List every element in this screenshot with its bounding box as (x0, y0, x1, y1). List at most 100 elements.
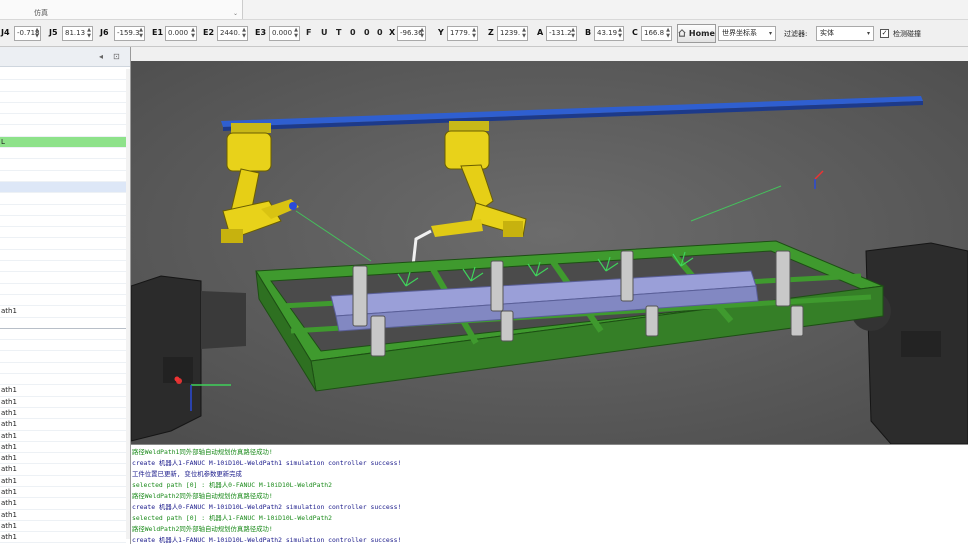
cart-c-input[interactable]: 166.8 ▲ ▼ (641, 26, 672, 41)
config-flag[interactable]: 0 (364, 28, 370, 37)
spin-arrows-icon[interactable]: ▲ ▼ (35, 27, 39, 39)
filter-select[interactable]: 实体 ▾ (816, 26, 874, 41)
spin-arrows-icon[interactable]: ▲ ▼ (420, 27, 424, 39)
tree-row[interactable] (0, 114, 126, 126)
collision-checkbox[interactable]: ✓ (880, 29, 889, 38)
tree-row[interactable]: ath1 (0, 408, 126, 420)
tab-simulation[interactable]: 仿真 ⌄ (0, 0, 243, 19)
tree-row[interactable]: ath1 (0, 453, 126, 465)
config-flag[interactable]: F (306, 28, 311, 37)
tree-row[interactable]: ath1 (0, 487, 126, 499)
tree-list: Lath1 ath1 ath1 ath1 ath1 ath1 ath1 ath1 ath1 ath… (0, 69, 126, 544)
axis-j4-input[interactable]: -0.718 ▲ ▼ (14, 26, 41, 41)
config-flag[interactable]: T (336, 28, 341, 37)
tree-row[interactable]: ath1 (0, 431, 126, 442)
spin-arrows-icon[interactable]: ▲ ▼ (571, 27, 575, 39)
config-flag[interactable]: 0 (377, 28, 383, 37)
tree-row[interactable] (0, 181, 126, 194)
tree-row[interactable] (0, 295, 126, 307)
cart-c-value: 166.8 (644, 29, 665, 37)
pin-icon[interactable]: ⊡ (113, 52, 120, 61)
tree-row[interactable]: ath1 (0, 476, 126, 487)
spin-arrows-icon[interactable]: ▲ ▼ (242, 27, 246, 39)
tree-row[interactable] (0, 216, 126, 228)
tree-row[interactable] (0, 69, 126, 81)
tree-row[interactable] (0, 205, 126, 216)
cart-label-x: X (389, 28, 396, 37)
axis-e1-input[interactable]: 0.000 ▲ ▼ (165, 26, 197, 41)
config-flag[interactable]: U (321, 28, 328, 37)
tree-panel-header: ◂ ⊡ (0, 47, 130, 67)
3d-viewport[interactable] (131, 61, 968, 444)
tree-row[interactable] (0, 363, 126, 375)
spin-arrows-icon[interactable]: ▲ ▼ (522, 27, 526, 39)
tree-row[interactable]: ath1 (0, 521, 126, 533)
spin-arrows-icon[interactable]: ▲ ▼ (139, 27, 143, 39)
tree-row[interactable] (0, 193, 126, 205)
tree-row[interactable]: L (0, 136, 126, 149)
cart-z-input[interactable]: 1239. ▲ ▼ (497, 26, 528, 41)
console-line: selected path [0] : 机器人0-FANUC M-10iD10L… (132, 481, 333, 489)
axis-j5-input[interactable]: 81.13 ▲ ▼ (62, 26, 93, 41)
tree-row[interactable]: ath1 (0, 442, 126, 454)
axis-e1-value: 0.000 (168, 29, 189, 37)
output-console[interactable]: 路径WeldPath1同外部轴自动规划仿真路径成功! create 机器人1-FA… (131, 444, 968, 544)
tree-row[interactable]: ath1 (0, 532, 126, 544)
cart-y-input[interactable]: 1779. ▲ ▼ (447, 26, 478, 41)
console-line: create 机器人0-FANUC M-10iD10L-WeldPath2 si… (132, 503, 402, 511)
spin-arrows-icon[interactable]: ▲ ▼ (666, 27, 670, 39)
back-icon[interactable]: ◂ (99, 52, 103, 61)
tree-row[interactable]: ath1 (0, 397, 126, 408)
tree-row[interactable] (0, 284, 126, 295)
axis-j5-value: 81.13 (65, 29, 86, 37)
coord-system-select[interactable]: 世界坐标系 ▾ (718, 26, 776, 41)
console-line: 路径WeldPath2同外部轴自动规划仿真路径成功! (132, 492, 273, 500)
axis-j6-input[interactable]: -159.3 ▲ ▼ (114, 26, 145, 41)
console-line: 路径WeldPath2同外部轴自动规划仿真路径成功! (132, 525, 273, 533)
tree-row[interactable] (0, 125, 126, 137)
tree-row[interactable] (0, 374, 126, 386)
cart-a-value: -131.2 (549, 29, 572, 37)
tree-row[interactable] (0, 227, 126, 239)
spin-arrows-icon[interactable]: ▲ ▼ (191, 27, 195, 39)
console-line: 路径WeldPath1同外部轴自动规划仿真路径成功! (132, 448, 273, 456)
spin-arrows-icon[interactable]: ▲ ▼ (294, 27, 298, 39)
home-button[interactable]: Home (677, 24, 716, 43)
tree-row[interactable]: ath1 (0, 510, 126, 521)
cart-a-input[interactable]: -131.2 ▲ ▼ (546, 26, 577, 41)
tree-row[interactable] (0, 238, 126, 250)
chevron-down-icon[interactable]: ⌄ (233, 10, 238, 17)
axis-e3-input[interactable]: 0.000 ▲ ▼ (269, 26, 300, 41)
tree-row[interactable] (0, 103, 126, 115)
tree-row[interactable]: ath1 (0, 385, 126, 397)
tree-row[interactable] (0, 92, 126, 103)
cart-b-input[interactable]: 43.19 ▲ ▼ (594, 26, 624, 41)
tree-row[interactable] (0, 329, 126, 341)
tree-row[interactable]: ath1 (0, 419, 126, 431)
tree-row[interactable] (0, 250, 126, 262)
tree-row[interactable] (0, 318, 126, 329)
tree-row[interactable] (0, 148, 126, 160)
tree-row[interactable]: ath1 (0, 306, 126, 318)
spin-arrows-icon[interactable]: ▲ ▼ (618, 27, 622, 39)
tree-row[interactable] (0, 261, 126, 273)
cart-x-input[interactable]: -96.36 ▲ ▼ (397, 26, 426, 41)
cart-z-value: 1239. (500, 29, 521, 37)
tree-scrollbar[interactable] (126, 69, 130, 539)
axis-label-e3: E3 (255, 28, 267, 37)
config-flag[interactable]: 0 (350, 28, 356, 37)
tree-row[interactable]: ath1 (0, 498, 126, 510)
spin-arrows-icon[interactable]: ▲ ▼ (87, 27, 91, 39)
axis-e2-input[interactable]: 2440. ▲ ▼ (217, 26, 248, 41)
tree-row[interactable] (0, 351, 126, 363)
tree-row[interactable] (0, 171, 126, 182)
tree-row[interactable] (0, 272, 126, 284)
axis-j6-value: -159.3 (117, 29, 140, 37)
tree-row[interactable] (0, 159, 126, 171)
tree-row[interactable]: ath1 (0, 464, 126, 476)
spin-arrows-icon[interactable]: ▲ ▼ (472, 27, 476, 39)
console-line: selected path [0] : 机器人1-FANUC M-10iD10L… (132, 514, 333, 522)
tree-row[interactable] (0, 340, 126, 352)
tree-row[interactable] (0, 80, 126, 92)
axis-label-j6: J6 (100, 28, 109, 37)
